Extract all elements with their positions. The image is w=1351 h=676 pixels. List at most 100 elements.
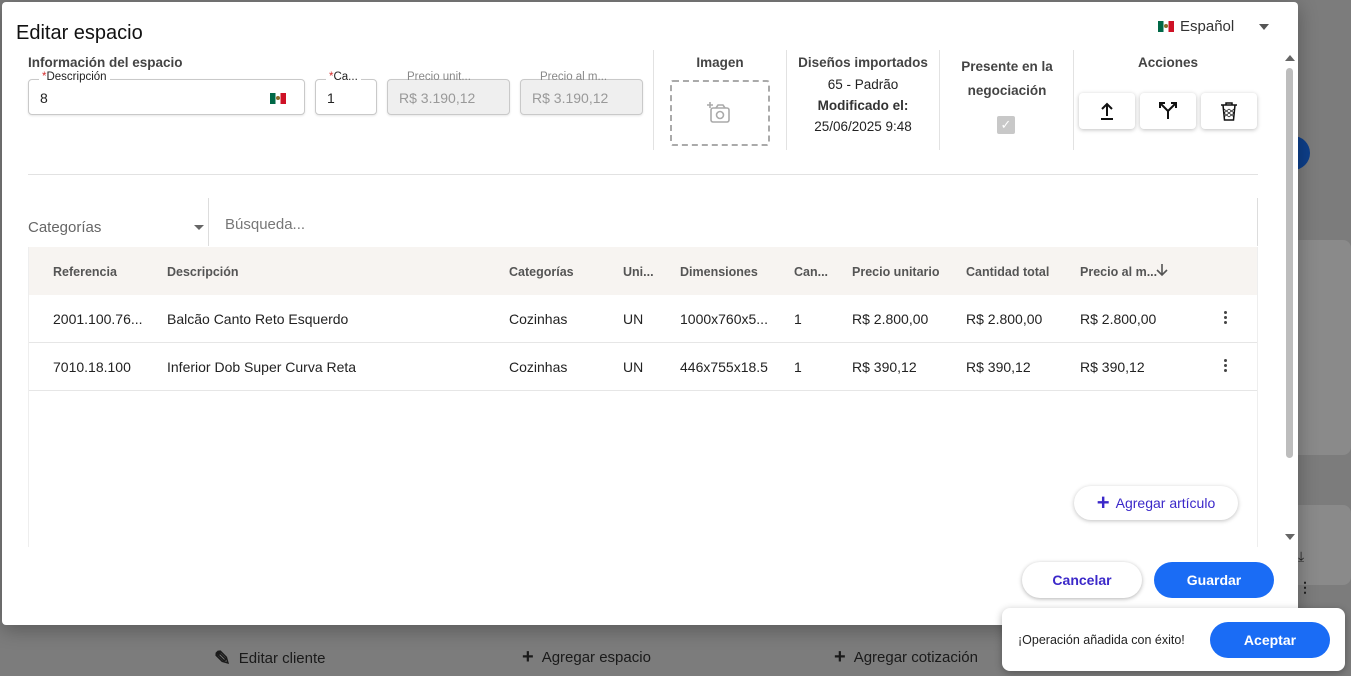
add-photo-icon [707,102,730,123]
header-unit-price[interactable]: Precio unitario [852,265,940,279]
table-row[interactable]: 2001.100.76... Balcão Canto Reto Esquerd… [29,295,1257,343]
cancel-button[interactable]: Cancelar [1022,562,1142,598]
unit-price-field-label: Precio unit... [407,71,471,83]
cell-reference: 7010.18.100 [53,359,131,375]
scroll-up-icon[interactable] [1285,55,1295,61]
background-side-icons: ⤓ ⋮ [1298,548,1328,596]
kebab-icon: ⋮ [1298,579,1312,595]
description-field[interactable]: *Descripción 8 [28,71,305,115]
sort-arrow-down-icon[interactable] [1156,263,1168,277]
cell-category: Cozinhas [509,311,568,327]
imported-designs-info: 65 - Padrão Modificado el: 25/06/2025 9:… [792,74,934,137]
cell-description: Balcão Canto Reto Esquerdo [167,311,349,327]
header-reference[interactable]: Referencia [53,265,117,279]
cell-dimensions: 1000x760x5... [680,311,768,327]
toast-message: ¡Operación añadida con éxito! [1018,633,1185,647]
add-space-button: + Agregar espacio [522,646,651,669]
cell-quantity: 1 [794,311,802,327]
total-price-field: Precio al m... R$ 3.190,12 [520,71,643,115]
search-placeholder: Búsqueda... [225,216,306,233]
search-input[interactable]: Búsqueda... [208,198,1258,246]
header-total-quantity[interactable]: Cantidad total [966,265,1049,279]
cell-unit: UN [623,359,644,375]
chevron-down-icon [194,225,204,230]
add-article-label: Agregar artículo [1115,495,1216,511]
divider [653,50,654,150]
add-quote-label: Agregar cotización [853,649,978,666]
unit-price-value: R$ 3.190,12 [399,90,476,106]
divider [786,50,787,150]
image-label: Imagen [696,55,744,70]
modified-label: Modificado el: [817,98,909,113]
quantity-field[interactable]: *Ca... 1 [315,71,377,115]
header-dimensions[interactable]: Dimensiones [680,265,758,279]
download-icon: ⤓ [1298,548,1305,564]
quantity-value: 1 [327,90,335,106]
upload-icon [1101,102,1113,120]
add-quote-button: + Agregar cotización [834,646,978,669]
category-select[interactable]: Categorías [28,198,208,246]
unit-price-field: Precio unit... R$ 3.190,12 [387,71,510,115]
header-quantity[interactable]: Can... [794,265,828,279]
trash-icon [1221,102,1237,121]
total-price-field-label: Precio al m... [540,71,608,83]
merge-button[interactable] [1140,93,1196,129]
success-toast: ¡Operación añadida con éxito! Aceptar [1002,608,1345,671]
scrollbar[interactable] [1284,52,1296,542]
header-description[interactable]: Descripción [167,265,239,279]
scroll-thumb[interactable] [1286,68,1293,458]
cell-total-price: R$ 2.800,00 [1080,311,1157,327]
modified-date: 25/06/2025 9:48 [814,119,912,134]
chevron-down-icon[interactable] [1259,24,1269,30]
row-menu-icon[interactable] [1224,359,1228,374]
header-total-price[interactable]: Precio al m... [1080,265,1157,279]
plus-icon: + [522,646,534,668]
edit-space-dialog: Editar espacio Español Información del e… [2,2,1298,625]
plus-icon: + [834,646,846,668]
delete-button[interactable] [1201,93,1257,129]
row-menu-icon[interactable] [1224,311,1228,326]
cell-quantity: 1 [794,359,802,375]
edit-client-button: ✎ Editar cliente [214,646,325,671]
table-header: Referencia Descripción Categorías Uni...… [29,247,1257,295]
divider [939,50,940,150]
header-categories[interactable]: Categorías [509,265,574,279]
category-placeholder: Categorías [28,219,102,236]
mexico-flag-icon [270,93,286,104]
cell-description: Inferior Dob Super Curva Reta [167,359,357,375]
negotiation-label: Presente en la negociación [961,59,1053,98]
description-field-label: *Descripción [39,71,110,83]
divider [1073,50,1074,150]
image-upload-box[interactable] [670,80,770,146]
table-row[interactable]: 7010.18.100 Inferior Dob Super Curva Ret… [29,343,1257,391]
edit-client-label: Editar cliente [238,650,326,667]
scroll-down-icon[interactable] [1285,534,1295,540]
imported-designs-label: Diseños importados [798,55,928,70]
cell-unit-price: R$ 390,12 [852,359,917,375]
negotiation-checkbox: ✓ [997,116,1015,134]
mexico-flag-icon [1158,21,1174,32]
language-label: Español [1180,18,1235,35]
merge-icon [1159,102,1177,119]
cell-reference: 2001.100.76... [53,311,143,327]
cell-dimensions: 446x755x18.5 [680,359,768,375]
description-value: 8 [40,90,48,106]
header-unit[interactable]: Uni... [623,265,654,279]
cell-total-quantity: R$ 2.800,00 [966,311,1043,327]
upload-button[interactable] [1079,93,1135,129]
pencil-icon: ✎ [214,648,231,670]
space-info-label: Información del espacio [28,55,183,70]
language-selector[interactable]: Español [1158,18,1234,35]
imported-design-value: 65 - Padrão [827,77,899,92]
save-button[interactable]: Guardar [1154,562,1274,598]
total-price-value: R$ 3.190,12 [532,90,609,106]
actions-label: Acciones [1137,55,1199,70]
accept-button[interactable]: Aceptar [1210,622,1330,658]
section-divider [28,174,1258,175]
cell-total-price: R$ 390,12 [1080,359,1145,375]
quantity-field-label: *Ca... [326,71,361,83]
add-article-button[interactable]: + Agregar artículo [1074,486,1238,520]
cell-total-quantity: R$ 390,12 [966,359,1031,375]
plus-icon: + [1096,490,1110,515]
dialog-title: Editar espacio [16,22,143,44]
